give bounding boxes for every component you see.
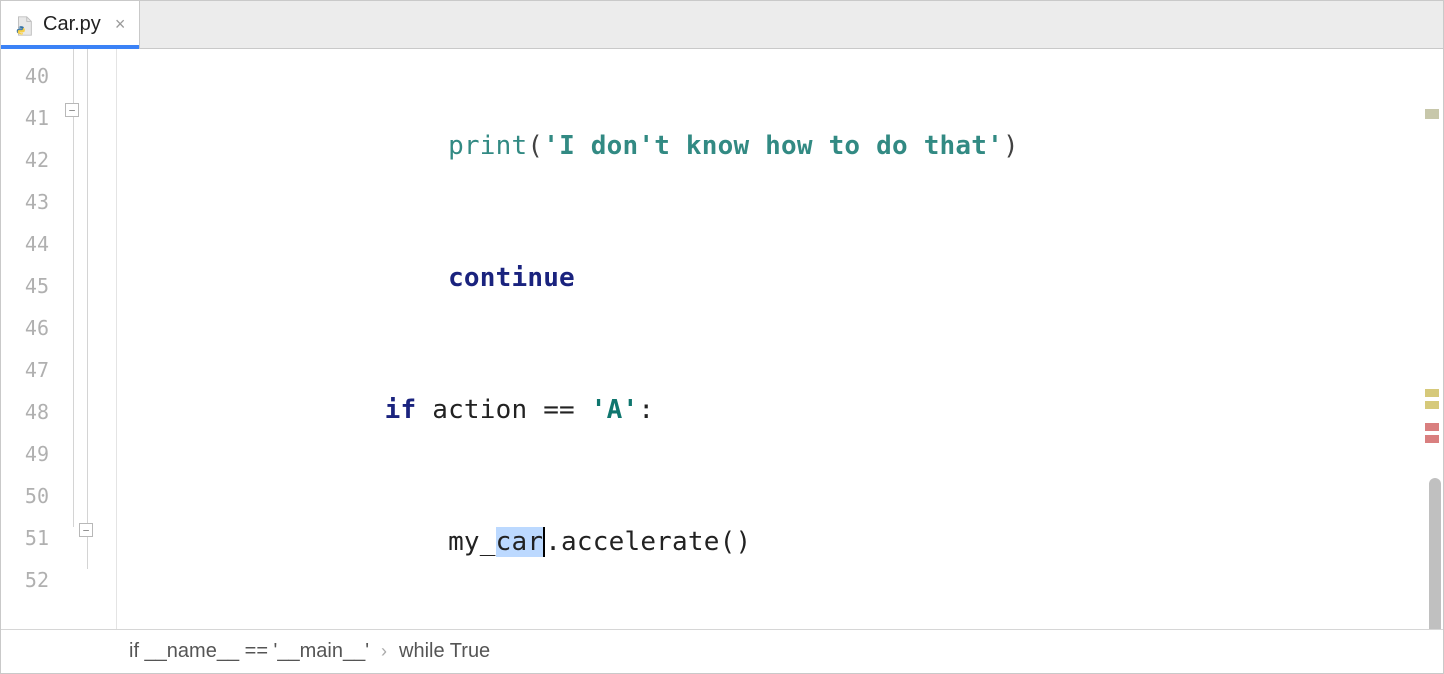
line-number: 48 bbox=[1, 391, 63, 433]
code-line[interactable]: continue bbox=[117, 257, 1443, 299]
line-number: 41 bbox=[1, 97, 63, 139]
tab-bar: Car.py × bbox=[1, 1, 1443, 49]
code-line[interactable]: print('I don't know how to do that') bbox=[117, 125, 1443, 167]
line-number-gutter: 40 41 42 43 44 45 46 47 48 49 50 51 52 bbox=[1, 49, 63, 629]
chevron-right-icon: › bbox=[381, 641, 387, 662]
python-file-icon bbox=[13, 14, 35, 36]
line-number: 50 bbox=[1, 475, 63, 517]
fold-handle-icon[interactable]: − bbox=[65, 103, 79, 117]
line-number: 46 bbox=[1, 307, 63, 349]
breadcrumb-segment[interactable]: while True bbox=[399, 640, 490, 663]
vertical-scrollbar[interactable] bbox=[1427, 98, 1443, 585]
fold-guide-line bbox=[87, 49, 88, 569]
line-number: 49 bbox=[1, 433, 63, 475]
tab-close-icon[interactable]: × bbox=[115, 14, 126, 35]
code-area[interactable]: print('I don't know how to do that') con… bbox=[117, 49, 1443, 629]
line-number: 44 bbox=[1, 223, 63, 265]
breadcrumb: if __name__ == '__main__' › while True bbox=[1, 629, 1443, 673]
fold-gutter: − − bbox=[63, 49, 117, 629]
scrollbar-thumb[interactable] bbox=[1429, 478, 1441, 629]
search-highlight: car bbox=[496, 527, 546, 557]
code-line[interactable]: if action == 'A': bbox=[117, 389, 1443, 431]
editor-body: 40 41 42 43 44 45 46 47 48 49 50 51 52 −… bbox=[1, 49, 1443, 629]
line-number: 42 bbox=[1, 139, 63, 181]
line-number: 47 bbox=[1, 349, 63, 391]
line-number: 51 bbox=[1, 517, 63, 559]
line-number: 40 bbox=[1, 55, 63, 97]
line-number: 43 bbox=[1, 181, 63, 223]
code-line[interactable]: my_car.accelerate() bbox=[117, 521, 1443, 563]
tab-filename: Car.py bbox=[43, 13, 101, 36]
fold-guide-line bbox=[73, 49, 74, 527]
tab-car-py[interactable]: Car.py × bbox=[1, 1, 140, 48]
breadcrumb-segment[interactable]: if __name__ == '__main__' bbox=[129, 640, 369, 663]
ide-frame: Car.py × 40 41 42 43 44 45 46 47 48 49 5… bbox=[0, 0, 1444, 674]
line-number: 52 bbox=[1, 559, 63, 601]
fold-handle-icon[interactable]: − bbox=[79, 523, 93, 537]
line-number: 45 bbox=[1, 265, 63, 307]
